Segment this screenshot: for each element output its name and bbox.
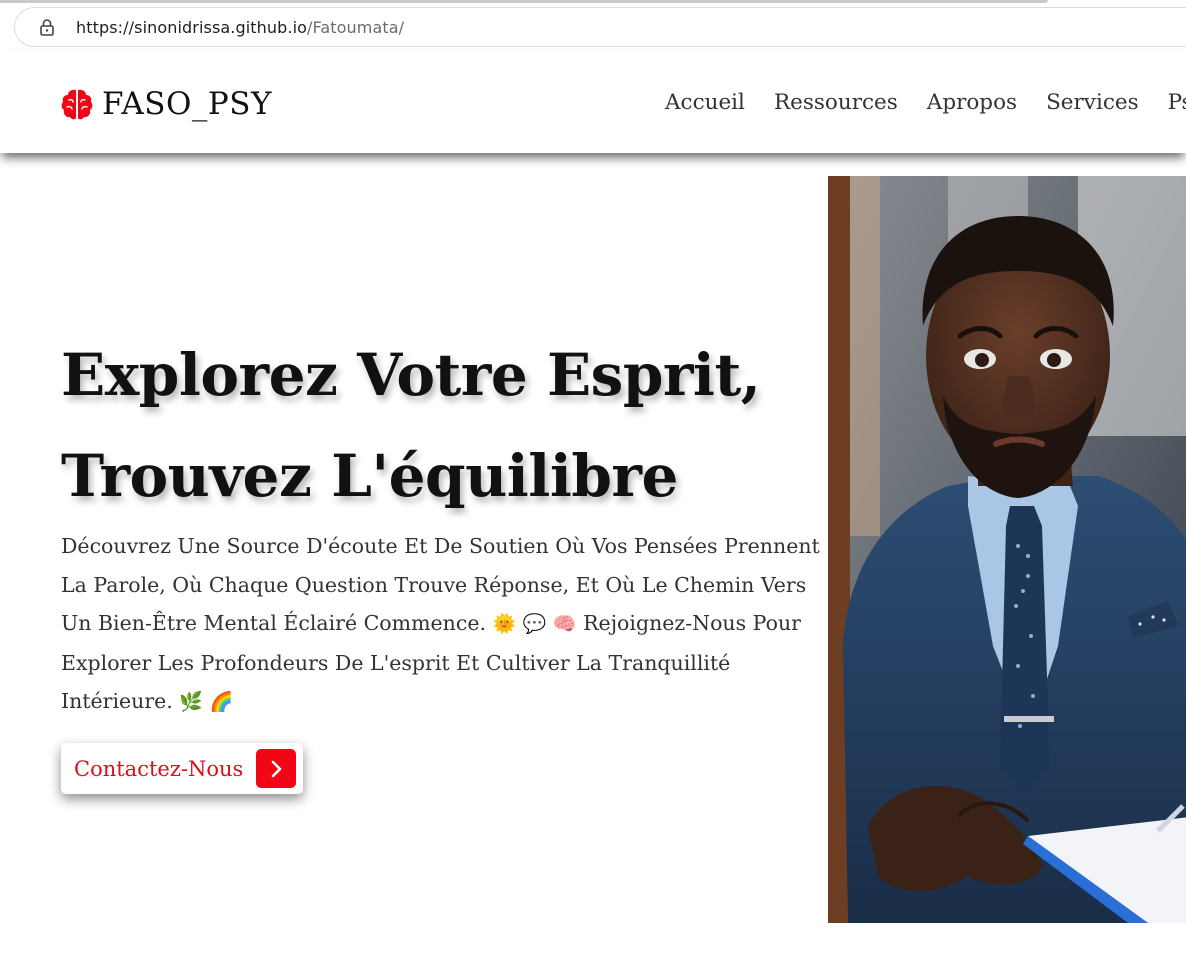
url-host: https://sinonidrissa.github.io (76, 17, 308, 37)
page-load-bar (0, 0, 1186, 4)
hero-title-line-1: Explorez Votre Esprit, (61, 341, 761, 409)
rainbow-emoji: 🌈 (209, 691, 234, 713)
speech-bubble-emoji: 💬 (522, 613, 547, 635)
nav-link-psy[interactable]: Psy (1168, 90, 1186, 115)
hero-title-line-2: Trouvez L'équilibre (61, 442, 678, 510)
nav-link-accueil[interactable]: Accueil (665, 90, 745, 115)
hero-image (828, 176, 1186, 923)
brand-logo[interactable]: FASO_PSY (61, 86, 272, 122)
nav-link-ressources[interactable]: Ressources (774, 90, 898, 115)
contact-button[interactable]: Contactez-Nous (61, 743, 303, 794)
hero-description: Découvrez Une Source D'écoute Et De Sout… (61, 527, 821, 722)
herb-emoji: 🌿 (179, 691, 203, 713)
sun-emoji: 🌞 (492, 613, 517, 635)
brand-name: FASO_PSY (102, 86, 272, 122)
chevron-right-icon (256, 749, 296, 788)
main-nav: Accueil Ressources Apropos Services Psy (665, 90, 1186, 115)
nav-link-services[interactable]: Services (1046, 90, 1139, 115)
brain-icon (61, 87, 93, 121)
hero-title: Explorez Votre Esprit, Trouvez L'équilib… (61, 325, 821, 527)
url-text[interactable]: https://sinonidrissa.github.io/Fatoumata… (76, 18, 404, 37)
nav-link-apropos[interactable]: Apropos (927, 90, 1017, 115)
brain-emoji: 🧠 (552, 613, 577, 635)
lock-icon[interactable] (39, 18, 55, 36)
site-navbar: FASO_PSY Accueil Ressources Apropos Serv… (0, 52, 1186, 153)
address-bar[interactable]: https://sinonidrissa.github.io/Fatoumata… (14, 7, 1186, 47)
contact-button-label: Contactez-Nous (74, 756, 244, 781)
url-path: /Fatoumata/ (307, 17, 405, 37)
